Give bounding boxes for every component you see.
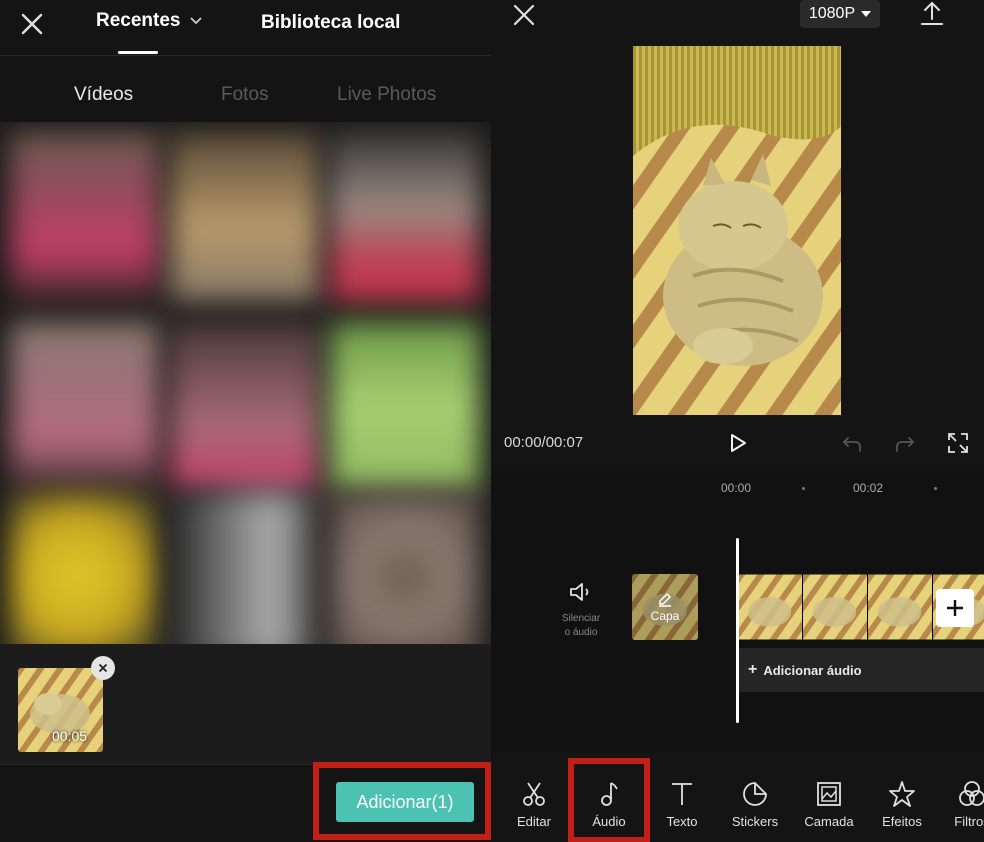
text-icon [672, 783, 692, 805]
media-thumbnail[interactable] [10, 322, 160, 492]
close-icon[interactable] [18, 10, 46, 38]
plus-icon: + [748, 661, 758, 678]
close-icon[interactable] [511, 2, 537, 28]
resolution-select[interactable]: 1080P [800, 0, 880, 28]
effects-icon [889, 781, 915, 807]
plus-icon [947, 600, 963, 616]
media-type-tabs: Vídeos Fotos Live Photos [0, 84, 491, 110]
selected-media-tray: 00:05 [0, 644, 491, 764]
divider [0, 55, 491, 56]
undo-icon[interactable] [841, 432, 863, 454]
ruler-time-label: 00:02 [853, 481, 884, 495]
tool-camada[interactable]: Camada [794, 779, 864, 829]
tab-videos[interactable]: Vídeos [74, 84, 133, 106]
ruler-tick [934, 487, 937, 490]
tool-efeitos[interactable]: Efeitos [867, 779, 937, 829]
mute-label-line1: Silenciar [561, 613, 601, 624]
active-tab-indicator [118, 51, 158, 54]
fullscreen-icon[interactable] [947, 432, 969, 454]
media-thumbnail[interactable] [170, 132, 320, 302]
export-icon[interactable] [919, 0, 945, 28]
clip-frame [868, 574, 933, 640]
scissors-icon [523, 782, 545, 806]
tool-label: Editar [517, 814, 551, 829]
cover-label: Capa [650, 609, 680, 623]
resolution-value: 1080P [808, 5, 856, 22]
cover-button[interactable]: Capa [632, 574, 698, 640]
tool-filtros[interactable]: Filtros [937, 779, 984, 829]
play-icon[interactable] [727, 432, 749, 454]
tab-biblioteca-local[interactable]: Biblioteca local [261, 12, 400, 34]
tool-editar[interactable]: Editar [499, 779, 569, 829]
edit-pencil-icon [659, 592, 672, 607]
media-thumbnail[interactable] [330, 492, 480, 644]
layer-icon [817, 782, 841, 806]
ruler-tick [802, 487, 805, 490]
clip-frame [738, 574, 803, 640]
playback-time: 00:00/00:07 [504, 434, 584, 451]
ruler-time-label: 00:00 [721, 481, 752, 495]
video-preview[interactable] [633, 46, 841, 415]
remove-selection-icon[interactable] [91, 656, 115, 680]
media-thumbnail[interactable] [330, 132, 480, 302]
tool-label: Filtros [954, 814, 984, 829]
tool-stickers[interactable]: Stickers [720, 779, 790, 829]
mute-label-line2: o áudio [564, 627, 598, 638]
add-clip-button[interactable] [936, 589, 974, 627]
tool-label: Efeitos [882, 814, 922, 829]
tab-recentes-label: Recentes [96, 10, 181, 31]
editor-toolbar: Editar Áudio Texto Stickers Camada Efeit… [491, 751, 984, 842]
media-thumbnail[interactable] [10, 132, 160, 302]
playhead[interactable] [736, 538, 739, 723]
media-picker-panel: Recentes Biblioteca local Vídeos Fotos L… [0, 0, 491, 842]
chevron-down-icon [189, 17, 202, 25]
tool-label: Camada [804, 814, 854, 829]
media-grid [0, 122, 491, 644]
tab-live-photos[interactable]: Live Photos [337, 84, 436, 106]
timeline[interactable]: 00:00 00:02 Silenciar o áudio Capa + Adi… [491, 471, 984, 751]
selected-media-duration: 00:05 [52, 728, 88, 744]
sticker-icon [743, 782, 767, 806]
speaker-icon [570, 583, 589, 601]
clip-frame [803, 574, 868, 640]
add-audio-track[interactable]: + Adicionar áudio [738, 648, 984, 692]
media-thumbnail[interactable] [170, 492, 320, 644]
mute-audio-button[interactable]: Silenciar o áudio [551, 581, 611, 640]
caret-down-icon [861, 11, 872, 17]
add-audio-label: Adicionar áudio [763, 662, 862, 678]
filters-icon [959, 781, 984, 806]
tool-label: Stickers [731, 814, 779, 829]
add-button-highlight [313, 762, 491, 840]
video-editor-panel: 1080P 00:00/00:07 00:00 00:02 Silenciar … [491, 0, 984, 842]
tool-texto[interactable]: Texto [647, 779, 717, 829]
audio-tool-highlight [568, 758, 650, 842]
tool-label: Texto [666, 814, 698, 829]
tab-recentes[interactable]: Recentes [96, 10, 203, 32]
redo-icon[interactable] [894, 432, 916, 454]
media-thumbnail[interactable] [10, 492, 160, 644]
media-thumbnail[interactable] [170, 322, 320, 492]
tab-fotos[interactable]: Fotos [221, 84, 269, 106]
media-thumbnail[interactable] [330, 322, 480, 492]
